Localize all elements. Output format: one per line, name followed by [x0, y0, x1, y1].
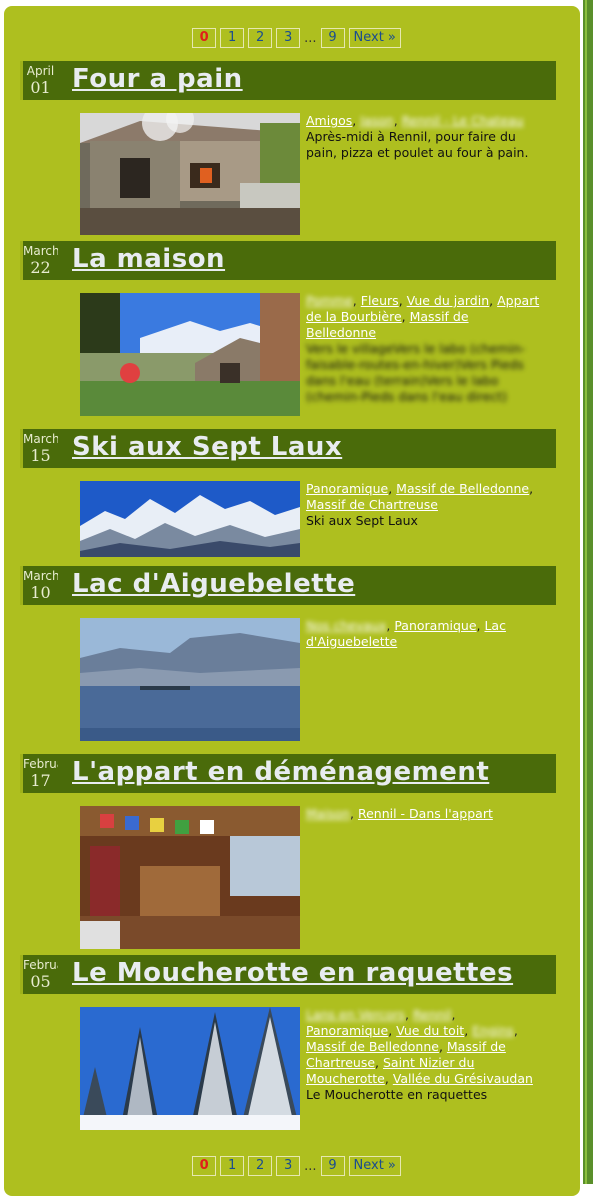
post-title-link[interactable]: Ski aux Sept Laux: [72, 432, 342, 462]
tag-link[interactable]: Panoramique: [306, 481, 388, 496]
ski-panorama-photo: [80, 481, 300, 557]
post-description: Vers le villageVers le labo (chemin-fais…: [306, 341, 526, 404]
post-meta: Amigos, Jason, Rennil - Le Chateau Après…: [306, 113, 542, 161]
tag-link[interactable]: Massif de Chartreuse: [306, 497, 438, 512]
post-date: April 01: [20, 61, 58, 100]
post-header: February 17 L'appart en déménagement: [20, 754, 556, 793]
post-description: Le Moucherotte en raquettes: [306, 1087, 488, 1102]
post-day: 22: [30, 258, 51, 277]
lake-photo: [80, 618, 300, 741]
tag-link[interactable]: Fleurs: [361, 293, 399, 308]
post-month: March: [23, 244, 58, 258]
post-day: 01: [30, 78, 51, 97]
post-month: April: [26, 64, 55, 78]
page: 0 1 2 3 ... 9 Next » April 01 Four a pai…: [0, 0, 593, 1196]
tag-link[interactable]: Rennil - Dans l'appart: [358, 806, 493, 821]
post-header: February 05 Le Moucherotte en raquettes: [20, 955, 556, 994]
post-date: March 22: [20, 241, 58, 280]
apartment-photo: [80, 806, 300, 949]
tag-link[interactable]: Jason: [360, 113, 393, 128]
post-month: February: [23, 958, 58, 972]
post-description: Ski aux Sept Laux: [306, 513, 418, 528]
page-link-current[interactable]: 0: [192, 1156, 217, 1176]
page-link-last[interactable]: 9: [320, 1156, 345, 1176]
post-day: 05: [30, 972, 51, 991]
right-border-highlight: [585, 0, 587, 1184]
post-date: February 05: [20, 955, 58, 994]
snowy-forest-photo: [80, 1007, 300, 1130]
next-page-link[interactable]: Next »: [348, 1156, 401, 1176]
tag-link[interactable]: Engins: [472, 1023, 514, 1038]
tag-link[interactable]: Pomme: [306, 293, 353, 308]
pagination-ellipsis: ...: [304, 30, 317, 46]
post-thumbnail[interactable]: [80, 618, 300, 741]
tag-link[interactable]: Maison: [306, 806, 350, 821]
tag-link[interactable]: Rennil - Le Chateau: [402, 113, 524, 128]
pagination-top: 0 1 2 3 ... 9 Next »: [0, 27, 593, 49]
page-link[interactable]: 1: [220, 1156, 245, 1176]
post-meta: Nos chevaux, Panoramique, Lac d'Aiguebel…: [306, 618, 506, 649]
house-photo: [80, 293, 300, 416]
tag-link[interactable]: Rennil: [413, 1007, 452, 1022]
post-month: March: [23, 569, 58, 583]
tag-link[interactable]: Vallée du Grésivaudan: [393, 1071, 533, 1086]
page-link[interactable]: 3: [276, 28, 301, 48]
post-header: March 22 La maison: [20, 241, 556, 280]
next-page-link[interactable]: Next »: [348, 28, 401, 48]
tag-link[interactable]: Panoramique: [394, 618, 476, 633]
post-title-link[interactable]: L'appart en déménagement: [72, 757, 489, 787]
tag-link[interactable]: Vue du toit: [396, 1023, 464, 1038]
tag-link[interactable]: Amigos: [306, 113, 352, 128]
post-title-link[interactable]: Le Moucherotte en raquettes: [72, 958, 513, 988]
post-date: March 10: [20, 566, 58, 605]
post-title-link[interactable]: La maison: [72, 244, 225, 274]
bread-oven-photo: [80, 113, 300, 235]
post-day: 15: [30, 446, 51, 465]
post-thumbnail[interactable]: [80, 806, 300, 949]
post-day: 17: [30, 771, 51, 790]
post-header: April 01 Four a pain: [20, 61, 556, 100]
post-date: February 17: [20, 754, 58, 793]
post-title-link[interactable]: Lac d'Aiguebelette: [72, 569, 355, 599]
pagination-bottom: 0 1 2 3 ... 9 Next »: [0, 1155, 593, 1177]
page-link-current[interactable]: 0: [192, 28, 217, 48]
tag-link[interactable]: Panoramique: [306, 1023, 388, 1038]
tag-link[interactable]: Massif de Belledonne: [306, 1039, 439, 1054]
post-meta: Pomme, Fleurs, Vue du jardin, Appart de …: [306, 293, 542, 405]
post-month: February: [23, 757, 58, 771]
post-header: March 10 Lac d'Aiguebelette: [20, 566, 556, 605]
post-thumbnail[interactable]: [80, 481, 300, 557]
post-header: March 15 Ski aux Sept Laux: [20, 429, 556, 468]
post-date: March 15: [20, 429, 58, 468]
post-thumbnail[interactable]: [80, 293, 300, 416]
tag-link[interactable]: Massif de Belledonne: [396, 481, 529, 496]
post-meta: Maison, Rennil - Dans l'appart: [306, 806, 493, 821]
post-day: 10: [30, 583, 51, 602]
page-link[interactable]: 1: [220, 28, 245, 48]
page-link[interactable]: 3: [276, 1156, 301, 1176]
post-title-link[interactable]: Four a pain: [72, 64, 243, 94]
post-thumbnail[interactable]: [80, 1007, 300, 1130]
page-link-last[interactable]: 9: [320, 28, 345, 48]
page-link[interactable]: 2: [248, 28, 273, 48]
post-month: March: [23, 432, 58, 446]
post-meta: Lans en Vercors, Rennil, Panoramique, Vu…: [306, 1007, 542, 1103]
tag-link[interactable]: Nos chevaux: [306, 618, 386, 633]
post-meta: Panoramique, Massif de Belledonne, Massi…: [306, 481, 542, 529]
tag-link[interactable]: Vue du jardin: [407, 293, 490, 308]
post-description: Après-midi à Rennil, pour faire du pain,…: [306, 129, 529, 160]
page-link[interactable]: 2: [248, 1156, 273, 1176]
post-thumbnail[interactable]: [80, 113, 300, 235]
pagination-ellipsis: ...: [304, 1158, 317, 1174]
tag-link[interactable]: Lans en Vercors: [306, 1007, 405, 1022]
